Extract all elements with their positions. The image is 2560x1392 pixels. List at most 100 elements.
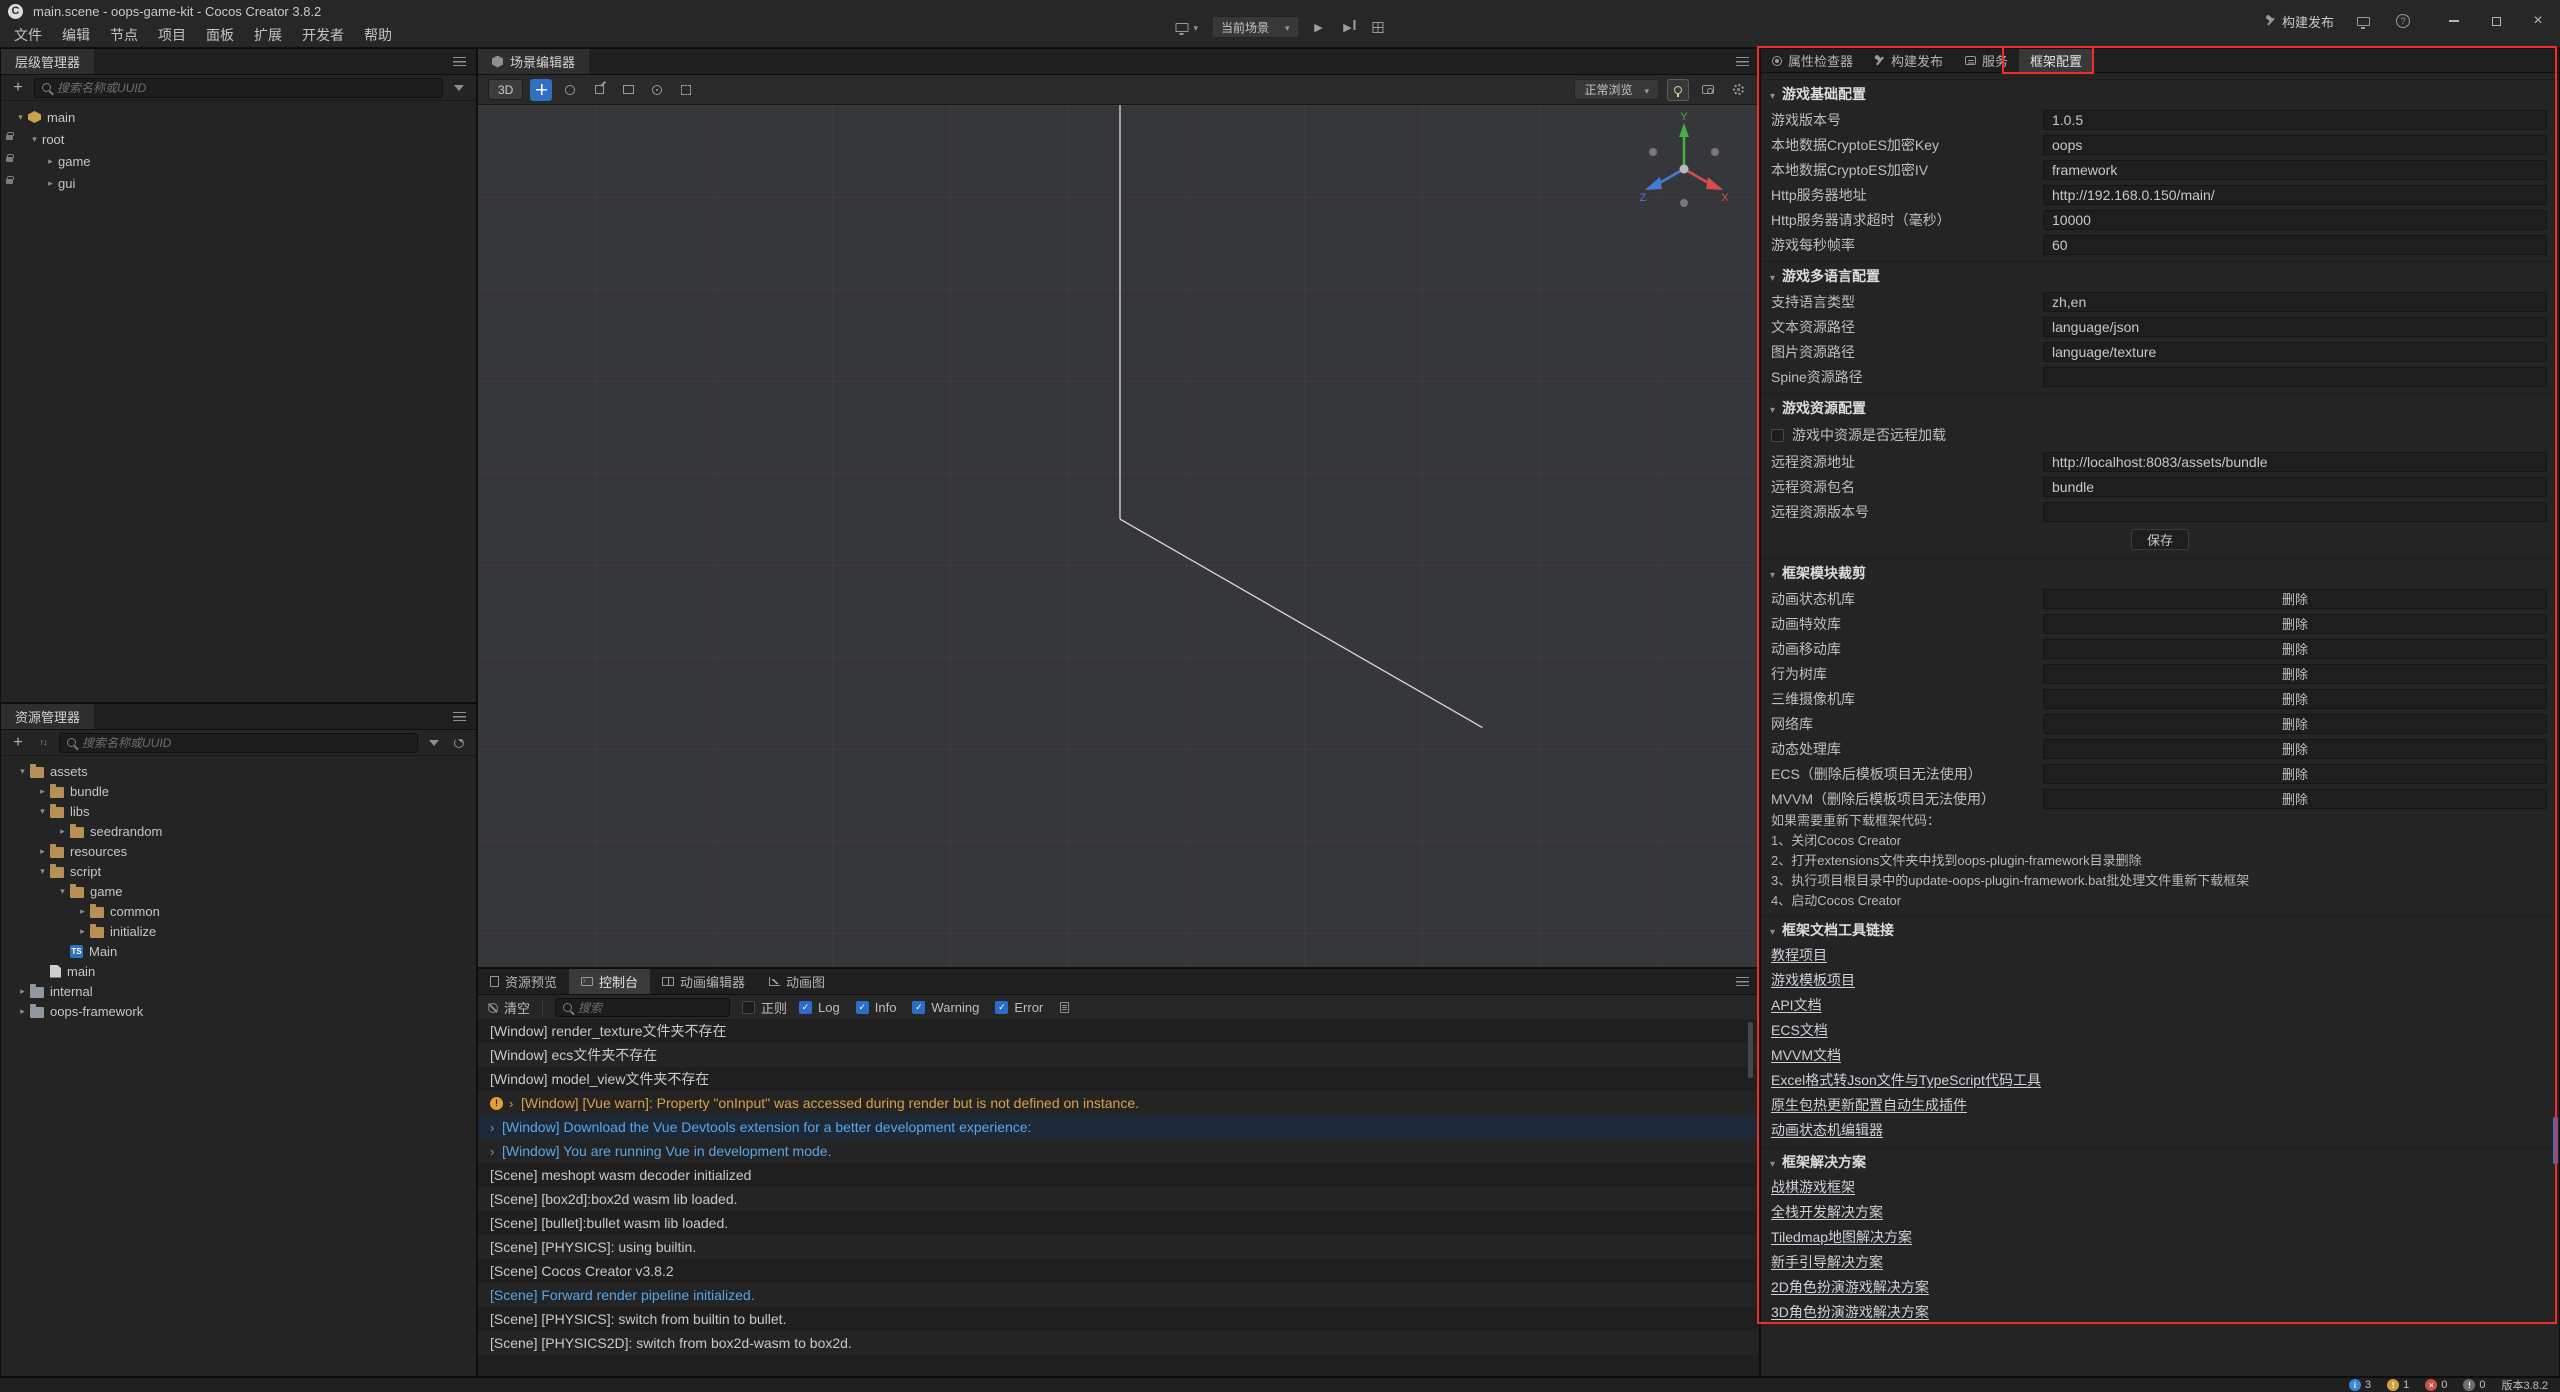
inspector-tab[interactable]: 构建发布 bbox=[1864, 49, 1954, 72]
property-input[interactable]: language/json bbox=[2043, 317, 2547, 337]
panel-menu-icon[interactable] bbox=[453, 712, 466, 721]
console-log-row[interactable]: [Scene] Forward render pipeline initiali… bbox=[478, 1283, 1759, 1307]
filter-checkbox[interactable] bbox=[912, 1001, 925, 1014]
console-log-row[interactable]: [Scene] [PHYSICS]: switch from builtin t… bbox=[478, 1307, 1759, 1331]
hierarchy-node[interactable]: gui bbox=[1, 172, 476, 194]
doc-link[interactable]: MVVM文档 bbox=[1761, 1043, 2559, 1068]
menu-item[interactable]: 扩展 bbox=[244, 22, 292, 48]
doc-link[interactable]: API文档 bbox=[1761, 993, 2559, 1018]
console-scrollbar[interactable] bbox=[1748, 1022, 1753, 1078]
notification-count-badge[interactable]: 0 bbox=[2463, 1379, 2485, 1391]
solution-link[interactable]: 全栈开发解决方案 bbox=[1761, 1200, 2559, 1225]
property-input[interactable]: language/texture bbox=[2043, 342, 2547, 362]
inspector-tab[interactable]: 框架配置 bbox=[2019, 49, 2093, 72]
delete-button[interactable]: 删除 bbox=[2043, 664, 2547, 684]
property-input[interactable]: http://localhost:8083/assets/bundle bbox=[2043, 452, 2547, 472]
delete-button[interactable]: 删除 bbox=[2043, 739, 2547, 759]
asset-node[interactable]: seedrandom bbox=[1, 821, 476, 841]
console-log-row[interactable]: [Scene] Cocos Creator v3.8.2 bbox=[478, 1259, 1759, 1283]
asset-node[interactable]: game bbox=[1, 881, 476, 901]
asset-node[interactable]: libs bbox=[1, 801, 476, 821]
sort-assets-button[interactable] bbox=[34, 734, 52, 752]
panel-menu-icon[interactable] bbox=[453, 57, 466, 66]
inspector-scrollbar[interactable] bbox=[2553, 1117, 2558, 1164]
solution-link[interactable]: 2D角色扮演游戏解决方案 bbox=[1761, 1275, 2559, 1300]
refresh-assets-button[interactable] bbox=[450, 734, 468, 752]
regex-checkbox[interactable] bbox=[742, 1001, 755, 1014]
hierarchy-title-tab[interactable]: 层级管理器 bbox=[1, 49, 94, 74]
property-input[interactable]: 60 bbox=[2043, 235, 2547, 255]
remote-load-checkbox[interactable] bbox=[1771, 429, 1784, 442]
property-input[interactable]: 1.0.5 bbox=[2043, 110, 2547, 130]
console-tab[interactable]: 动画编辑器 bbox=[650, 969, 757, 994]
console-log-row[interactable]: [Scene] [PHYSICS]: using builtin. bbox=[478, 1235, 1759, 1259]
console-log-row[interactable]: [Window] model_view文件夹不存在 bbox=[478, 1067, 1759, 1091]
panel-menu-icon[interactable] bbox=[1736, 57, 1749, 66]
log-count-badge[interactable]: 3 bbox=[2349, 1379, 2371, 1391]
section-header[interactable]: 框架模块裁剪 bbox=[1761, 558, 2559, 586]
warning-count-badge[interactable]: 1 bbox=[2387, 1379, 2409, 1391]
lock-icon[interactable] bbox=[6, 179, 13, 184]
delete-button[interactable]: 删除 bbox=[2043, 639, 2547, 659]
section-header[interactable]: 游戏多语言配置 bbox=[1761, 261, 2559, 289]
asset-node[interactable]: Main bbox=[1, 941, 476, 961]
property-input[interactable] bbox=[2043, 502, 2547, 522]
doc-link[interactable]: 游戏模板项目 bbox=[1761, 968, 2559, 993]
asset-node[interactable]: oops-framework bbox=[1, 1001, 476, 1021]
filter-checkbox[interactable] bbox=[995, 1001, 1008, 1014]
snap-tool-button[interactable] bbox=[675, 79, 697, 101]
add-node-button[interactable] bbox=[9, 79, 27, 97]
rect-tool-button[interactable] bbox=[617, 79, 639, 101]
lock-icon[interactable] bbox=[6, 157, 13, 162]
lighting-toggle-button[interactable] bbox=[1667, 79, 1689, 101]
log-level-filter[interactable]: Warning bbox=[912, 1000, 979, 1015]
inspector-tab[interactable]: 属性检查器 bbox=[1761, 49, 1864, 72]
pivot-tool-button[interactable] bbox=[646, 79, 668, 101]
asset-node[interactable]: main bbox=[1, 961, 476, 981]
step-button[interactable] bbox=[1338, 17, 1358, 37]
camera-settings-button[interactable] bbox=[1697, 79, 1719, 101]
console-tab[interactable]: 控制台 bbox=[569, 969, 650, 994]
tree-expander-icon[interactable] bbox=[55, 886, 70, 897]
rotate-tool-button[interactable] bbox=[559, 79, 581, 101]
tree-expander-icon[interactable] bbox=[35, 866, 50, 877]
console-log-row[interactable]: [Scene] [PHYSICS2D]: switch from box2d-w… bbox=[478, 1331, 1759, 1355]
device-select-button[interactable] bbox=[1171, 16, 1202, 38]
assets-title-tab[interactable]: 资源管理器 bbox=[1, 704, 94, 729]
scene-title-tab[interactable]: 场景编辑器 bbox=[478, 49, 589, 74]
hierarchy-search-input[interactable] bbox=[57, 81, 435, 95]
property-input[interactable]: framework bbox=[2043, 160, 2547, 180]
hierarchy-node[interactable]: root bbox=[1, 128, 476, 150]
lock-icon[interactable] bbox=[6, 135, 13, 140]
projection-mode-button[interactable]: 3D bbox=[488, 79, 523, 100]
regex-toggle[interactable]: 正则 bbox=[742, 998, 787, 1017]
tree-expander-icon[interactable] bbox=[75, 926, 90, 937]
menu-item[interactable]: 项目 bbox=[148, 22, 196, 48]
assets-search-input[interactable] bbox=[82, 736, 410, 750]
tree-expander-icon[interactable] bbox=[43, 156, 58, 167]
view-mode-dropdown[interactable]: 正常浏览 bbox=[1574, 79, 1659, 100]
scale-tool-button[interactable] bbox=[588, 79, 610, 101]
tree-expander-icon[interactable] bbox=[43, 178, 58, 189]
tree-expander-icon[interactable] bbox=[13, 112, 28, 123]
section-header[interactable]: 框架文档工具链接 bbox=[1761, 915, 2559, 943]
menu-item[interactable]: 开发者 bbox=[292, 22, 354, 48]
section-header[interactable]: 游戏基础配置 bbox=[1761, 79, 2559, 107]
asset-node[interactable]: script bbox=[1, 861, 476, 881]
scene-viewport[interactable]: Y X Z bbox=[478, 105, 1759, 967]
filter-checkbox[interactable] bbox=[856, 1001, 869, 1014]
open-log-file-button[interactable] bbox=[1055, 999, 1073, 1017]
inspector-tab[interactable]: 服务 bbox=[1954, 49, 2019, 72]
delete-button[interactable]: 删除 bbox=[2043, 764, 2547, 784]
menu-item[interactable]: 节点 bbox=[100, 22, 148, 48]
section-header[interactable]: 框架解决方案 bbox=[1761, 1147, 2559, 1175]
menu-item[interactable]: 编辑 bbox=[52, 22, 100, 48]
console-log-list[interactable]: [Window] render_texture文件夹不存在 [Window] e… bbox=[478, 1019, 1759, 1376]
console-search-input[interactable] bbox=[578, 1001, 722, 1015]
tree-expander-icon[interactable] bbox=[15, 1006, 30, 1017]
tree-expander-icon[interactable] bbox=[15, 766, 30, 777]
asset-node[interactable]: resources bbox=[1, 841, 476, 861]
panel-menu-icon[interactable] bbox=[1736, 977, 1749, 986]
doc-link[interactable]: Excel格式转Json文件与TypeScript代码工具 bbox=[1761, 1068, 2559, 1093]
play-button[interactable] bbox=[1309, 17, 1329, 37]
